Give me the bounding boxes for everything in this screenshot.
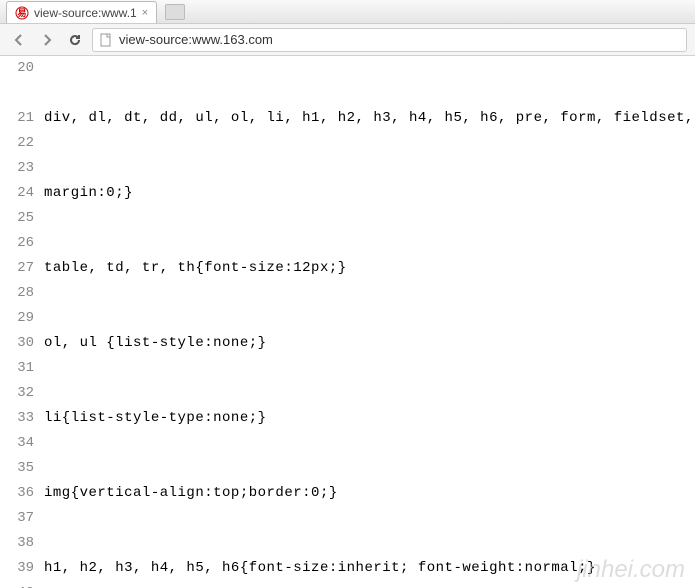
code-line: ol, ul {list-style:none;}	[44, 331, 695, 356]
url-text: view-source:www.163.com	[119, 32, 273, 47]
code-line: table, td, tr, th{font-size:12px;}	[44, 256, 695, 281]
toolbar: view-source:www.163.com	[0, 24, 695, 56]
arrow-left-icon	[12, 33, 26, 47]
tab-title: view-source:www.1	[34, 6, 137, 20]
close-icon[interactable]: ×	[142, 7, 148, 19]
svg-text:易: 易	[17, 8, 26, 18]
code-line: img{vertical-align:top;border:0;}	[44, 481, 695, 506]
reload-icon	[68, 33, 82, 47]
new-tab-button[interactable]	[165, 4, 185, 20]
arrow-right-icon	[40, 33, 54, 47]
code-line: div, dl, dt, dd, ul, ol, li, h1, h2, h3,…	[44, 106, 695, 131]
forward-button[interactable]	[36, 29, 58, 51]
tab-bar: 易 view-source:www.1 ×	[0, 0, 695, 24]
reload-button[interactable]	[64, 29, 86, 51]
browser-tab[interactable]: 易 view-source:www.1 ×	[6, 1, 157, 23]
code-line: margin:0;}	[44, 181, 695, 206]
back-button[interactable]	[8, 29, 30, 51]
code-line: li{list-style-type:none;}	[44, 406, 695, 431]
source-code-view: 2021222324252627282930313233343536373839…	[0, 56, 695, 588]
source-lines[interactable]: div, dl, dt, dd, ul, ol, li, h1, h2, h3,…	[44, 56, 695, 588]
watermark: jinhei.com	[577, 556, 685, 584]
address-bar[interactable]: view-source:www.163.com	[92, 28, 687, 52]
line-gutter: 2021222324252627282930313233343536373839…	[0, 56, 44, 588]
page-icon	[99, 33, 113, 47]
netease-favicon-icon: 易	[15, 6, 29, 20]
